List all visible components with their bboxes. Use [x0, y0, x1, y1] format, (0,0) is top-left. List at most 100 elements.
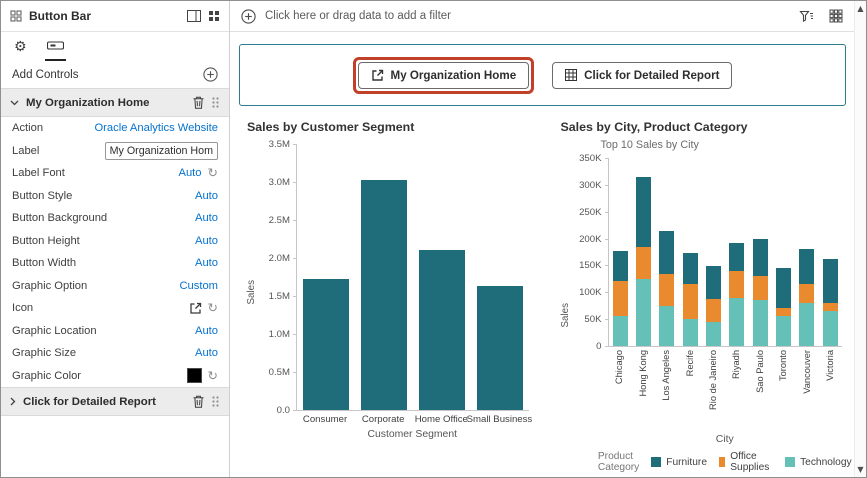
bar-home-office[interactable] — [418, 250, 465, 410]
segment-technology[interactable] — [636, 279, 652, 346]
filter-bar[interactable]: Click here or drag data to add a filter — [230, 1, 854, 32]
y-tickmark — [293, 372, 297, 373]
segment-office-supplies[interactable] — [659, 274, 675, 306]
oracle-analytics-workbook: Button Bar ⚙ Add Controls My Organizatio… — [0, 0, 867, 478]
segment-furniture[interactable] — [729, 243, 745, 271]
x-label-consumer: Consumer — [302, 414, 348, 425]
control-section-my-organization-home[interactable]: My Organization Home — [1, 88, 229, 117]
value-button-style[interactable]: Auto — [195, 190, 218, 202]
segment-technology[interactable] — [729, 298, 745, 346]
label-input[interactable]: My Organization Hom — [104, 141, 218, 160]
chevron-right-icon — [10, 397, 16, 406]
action-link[interactable]: Oracle Analytics Website — [94, 122, 218, 134]
y-axis-title: Sales — [246, 279, 257, 305]
segment-furniture[interactable] — [776, 268, 792, 308]
x-label-toronto: Toronto — [778, 350, 789, 382]
add-control-button[interactable] — [203, 67, 218, 82]
legend-item-office-supplies[interactable]: Office Supplies — [718, 451, 773, 473]
color-swatch[interactable] — [186, 368, 202, 384]
canvas-area: Click here or drag data to add a filter — [230, 1, 854, 477]
drag-handle-icon[interactable] — [211, 395, 220, 408]
y-tickmark — [293, 410, 297, 411]
segment-office-supplies[interactable] — [729, 271, 745, 298]
bar-column-hong-kong — [632, 158, 655, 346]
reset-icon[interactable]: ↻ — [208, 369, 218, 383]
legend-swatch — [785, 457, 796, 467]
value-label-font[interactable]: Auto — [179, 167, 202, 179]
segment-furniture[interactable] — [752, 239, 768, 276]
legend-item-furniture[interactable]: Furniture — [651, 457, 707, 468]
value-graphic-option[interactable]: Custom — [179, 280, 218, 292]
filter-icon[interactable] — [799, 9, 814, 23]
value-button-height[interactable]: Auto — [195, 235, 218, 247]
delete-icon[interactable] — [193, 395, 204, 408]
x-label-corporate: Corporate — [361, 414, 405, 425]
value-button-background[interactable]: Auto — [195, 212, 218, 224]
drag-handle-icon[interactable] — [211, 96, 220, 109]
segment-furniture[interactable] — [636, 177, 652, 247]
legend-item-technology[interactable]: Technology — [785, 457, 852, 468]
segment-technology[interactable] — [706, 322, 722, 346]
bar-column-corporate — [355, 144, 413, 410]
segment-technology[interactable] — [612, 316, 628, 346]
delete-icon[interactable] — [193, 96, 204, 109]
segment-technology[interactable] — [776, 316, 792, 346]
segment-furniture[interactable] — [612, 251, 628, 281]
value-button-width[interactable]: Auto — [195, 257, 218, 269]
value-graphic-size[interactable]: Auto — [195, 347, 218, 359]
segment-technology[interactable] — [822, 311, 838, 346]
panel-grid-icon[interactable] — [208, 10, 220, 22]
segment-office-supplies[interactable] — [776, 308, 792, 316]
segment-furniture[interactable] — [822, 259, 838, 303]
stacked-bar-victoria — [822, 259, 838, 346]
y-tickmark — [293, 296, 297, 297]
click-for-detailed-report-button[interactable]: Click for Detailed Report — [552, 61, 733, 89]
scroll-up-icon[interactable]: ▲ — [857, 4, 863, 13]
external-link-icon[interactable] — [189, 302, 202, 315]
property-value: Auto — [195, 235, 218, 247]
x-label-small-business: Small Business — [466, 414, 533, 425]
canvas-grid-icon[interactable] — [829, 9, 843, 23]
segment-office-supplies[interactable] — [636, 247, 652, 279]
tab-button-bar-properties[interactable] — [44, 32, 66, 61]
my-organization-home-button[interactable]: My Organization Home — [357, 61, 530, 89]
segment-office-supplies[interactable] — [752, 276, 768, 300]
segment-technology[interactable] — [682, 319, 698, 346]
vertical-scrollbar[interactable]: ▲ ▼ — [854, 1, 866, 477]
segment-office-supplies[interactable] — [822, 303, 838, 311]
panel-layout-icon[interactable] — [187, 10, 201, 22]
bar-small-business[interactable] — [476, 286, 523, 410]
legend-title: Product Category — [597, 451, 640, 473]
tab-general-settings[interactable]: ⚙ — [12, 32, 29, 61]
reset-icon[interactable]: ↻ — [208, 166, 218, 180]
property-row-graphic-size: Graphic Size Auto — [1, 342, 229, 365]
segment-office-supplies[interactable] — [682, 284, 698, 319]
property-row-label-font: Label Font Auto ↻ — [1, 162, 229, 185]
segment-furniture[interactable] — [659, 231, 675, 274]
stacked-bar-los-angeles — [659, 231, 675, 346]
plot-wrap: Chicago Hong Kong Los Angeles Recife Rio de … — [598, 158, 852, 473]
segment-office-supplies[interactable] — [799, 284, 815, 303]
bar-corporate[interactable] — [360, 180, 407, 410]
segment-office-supplies[interactable] — [706, 299, 722, 322]
value-graphic-location[interactable]: Auto — [195, 325, 218, 337]
segment-technology[interactable] — [752, 300, 768, 346]
property-value: Auto — [195, 325, 218, 337]
control-section-click-for-detailed-report[interactable]: Click for Detailed Report — [1, 387, 229, 416]
add-filter-icon[interactable] — [241, 8, 256, 24]
segment-office-supplies[interactable] — [612, 281, 628, 316]
segment-furniture[interactable] — [706, 266, 722, 299]
bar-consumer[interactable] — [302, 279, 349, 410]
bar-column-victoria — [819, 158, 842, 346]
segment-furniture[interactable] — [799, 249, 815, 284]
chart-title: Sales by Customer Segment — [247, 120, 415, 134]
y-tickmark — [604, 292, 609, 294]
scroll-down-icon[interactable]: ▼ — [857, 465, 863, 474]
segment-technology[interactable] — [659, 306, 675, 346]
button-bar-icon — [46, 41, 64, 50]
segment-furniture[interactable] — [682, 253, 698, 284]
y-tickmark — [604, 158, 609, 159]
bar-column-toronto — [772, 158, 795, 346]
segment-technology[interactable] — [799, 303, 815, 346]
reset-icon[interactable]: ↻ — [208, 301, 218, 315]
